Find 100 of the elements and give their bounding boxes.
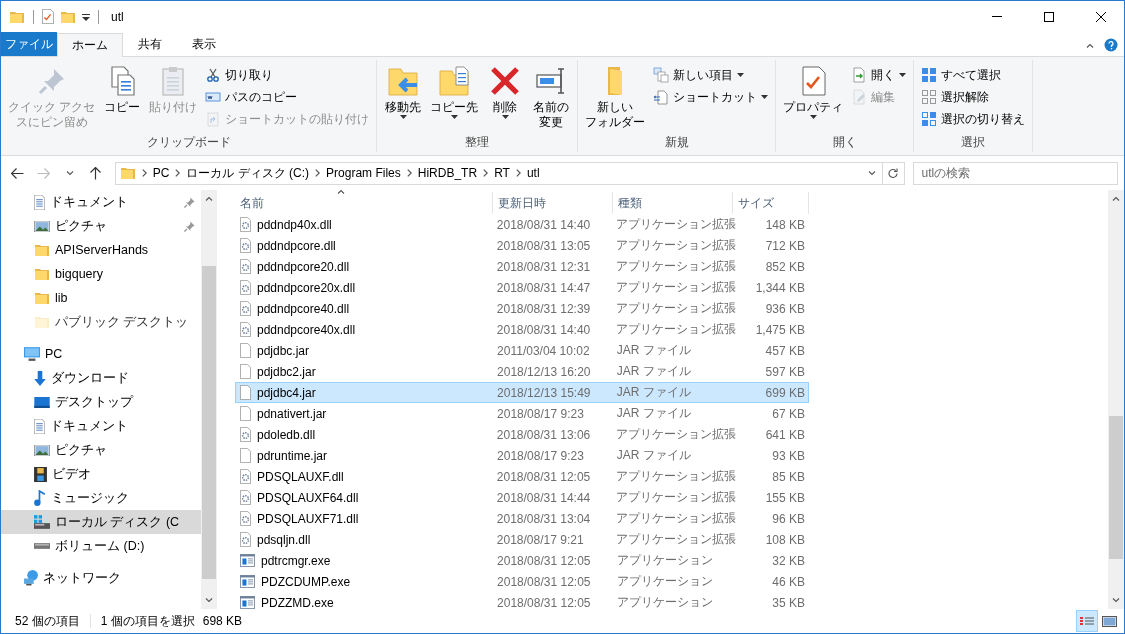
- open-icon: [851, 67, 868, 83]
- modified-date: 2018/08/17 9:23: [496, 406, 585, 421]
- nav-item[interactable]: lib: [1, 286, 201, 310]
- properties-icon[interactable]: [42, 9, 54, 24]
- file-name: pdsqljn.dll: [257, 532, 311, 547]
- customize-icon[interactable]: [82, 12, 90, 21]
- nav-item[interactable]: ローカル ディスク (C: [1, 510, 201, 534]
- ribbon-button[interactable]: 新しい項目: [650, 65, 772, 85]
- scrollbar[interactable]: [1108, 190, 1124, 609]
- file-size: 457 KB: [764, 343, 806, 358]
- nav-item[interactable]: APIServerHands: [1, 238, 201, 262]
- scrollbar-thumb[interactable]: [202, 265, 216, 579]
- file-name: pdjdbc4.jar: [257, 385, 316, 400]
- breadcrumb[interactable]: HiRDB_TR: [417, 166, 478, 180]
- file-row[interactable]: pdsqljn.dll 2018/08/17 9:21 アプリケーション拡張 108 KB: [235, 529, 809, 550]
- invert-selection-icon: [921, 111, 938, 127]
- breadcrumb[interactable]: Program Files: [326, 166, 401, 180]
- file-row[interactable]: PDZZMD.exe 2018/08/31 12:05 アプリケーション 35 KB: [235, 592, 809, 613]
- file-row[interactable]: pdoledb.dll 2018/08/31 13:06 アプリケーション拡張 641 KB: [235, 424, 809, 445]
- ribbon-button[interactable]: 切り取り: [202, 65, 373, 85]
- scrollbar-thumb[interactable]: [1109, 416, 1123, 559]
- file-row[interactable]: pddndpcore40x.dll 2018/08/31 14:40 アプリケーション拡張 1,475 KB: [235, 319, 809, 340]
- column-header[interactable]: 名前: [235, 192, 493, 214]
- file-size: 1,344 KB: [754, 280, 806, 295]
- file-row[interactable]: pddndp40x.dll 2018/08/31 14:40 アプリケーション拡張 148 KB: [235, 214, 809, 235]
- file-row[interactable]: pddndpcore40.dll 2018/08/31 12:39 アプリケーション拡張 936 KB: [235, 298, 809, 319]
- nav-item[interactable]: ピクチャ: [1, 438, 201, 462]
- nav-item[interactable]: ドキュメント: [1, 414, 201, 438]
- ribbon-button[interactable]: コピー先: [427, 63, 482, 134]
- file-row[interactable]: PDSQLAUXF.dll 2018/08/31 12:05 アプリケーション拡張 85 KB: [235, 466, 809, 487]
- ribbon-button[interactable]: 開く: [848, 65, 910, 85]
- ribbon-button[interactable]: ショートカット: [650, 87, 772, 107]
- scrollbar[interactable]: [201, 190, 217, 609]
- file-row[interactable]: pdjdbc.jar 2011/03/04 10:02 JAR ファイル 457 KB: [235, 340, 809, 361]
- modified-date: 2018/08/31 13:05: [495, 238, 592, 253]
- file-row[interactable]: pdnativert.jar 2018/08/17 9:23 JAR ファイル 67 KB: [235, 403, 809, 424]
- file-size: 32 KB: [771, 553, 806, 568]
- ribbon-button[interactable]: 新しい フォルダー: [582, 63, 649, 134]
- file-row[interactable]: PDZCDUMP.exe 2018/08/31 12:05 アプリケーション 46 KB: [235, 571, 809, 592]
- refresh-button[interactable]: [882, 161, 905, 185]
- ribbon-button[interactable]: 選択解除: [918, 87, 1029, 107]
- ribbon-button[interactable]: 名前の 変更: [529, 63, 574, 134]
- file-name: pddndpcore40.dll: [257, 301, 350, 316]
- breadcrumb[interactable]: ローカル ディスク (C:): [186, 164, 310, 182]
- modified-date: 2018/08/17 9:23: [496, 448, 585, 463]
- address-bar[interactable]: PC ローカル ディスク (C:) Program Files HiRDB_TR RT utl: [114, 161, 883, 185]
- breadcrumb[interactable]: PC: [152, 166, 170, 180]
- settings-file-icon: [240, 532, 251, 547]
- file-tab[interactable]: ファイル: [1, 32, 57, 56]
- new-folder-icon: [60, 10, 76, 23]
- folder-icon: [34, 292, 50, 304]
- file-row[interactable]: pddndpcore.dll 2018/08/31 13:05 アプリケーション拡張 712 KB: [235, 235, 809, 256]
- file-icon: [240, 406, 251, 421]
- file-size: 35 KB: [771, 595, 806, 610]
- column-header[interactable]: 更新日時: [493, 192, 613, 214]
- ribbon-button[interactable]: すべて選択: [918, 65, 1029, 85]
- ribbon-button[interactable]: コピー: [100, 63, 145, 134]
- column-header[interactable]: 種類: [613, 192, 733, 214]
- download-icon: [34, 370, 46, 386]
- ribbon-button[interactable]: 削除: [483, 63, 528, 134]
- ribbon-button[interactable]: 移動先: [381, 63, 426, 134]
- ribbon-button[interactable]: 選択の切り替え: [918, 109, 1029, 129]
- ribbon-button[interactable]: プロパティ: [780, 63, 847, 134]
- modified-date: 2018/08/31 12:39: [495, 301, 592, 316]
- file-row[interactable]: pddndpcore20x.dll 2018/08/31 14:47 アプリケーション拡張 1,344 KB: [235, 277, 809, 298]
- nav-item[interactable]: ボリューム (D:): [1, 534, 201, 558]
- nav-item[interactable]: ピクチャ: [1, 214, 201, 238]
- caret-icon: [501, 115, 509, 119]
- ribbon-tab[interactable]: ホーム: [57, 33, 123, 57]
- file-row[interactable]: pdruntime.jar 2018/08/17 9:23 JAR ファイル 93 KB: [235, 445, 809, 466]
- details-view-button[interactable]: [1076, 610, 1098, 632]
- nav-item[interactable]: ドキュメント: [1, 190, 201, 214]
- settings-file-icon: [240, 217, 251, 232]
- file-row[interactable]: pddndpcore20.dll 2018/08/31 12:31 アプリケーション拡張 852 KB: [235, 256, 809, 277]
- file-size: 852 KB: [764, 259, 806, 274]
- file-name: pddndpcore20.dll: [257, 259, 350, 274]
- file-row[interactable]: pdtrcmgr.exe 2018/08/31 12:05 アプリケーション 32 KB: [235, 550, 809, 571]
- nav-item[interactable]: デスクトップ: [1, 390, 201, 414]
- breadcrumb[interactable]: utl: [526, 166, 540, 180]
- help-icon[interactable]: [1104, 38, 1118, 52]
- nav-item[interactable]: パブリック デスクトッ: [1, 310, 201, 334]
- nav-item[interactable]: PC: [1, 342, 201, 366]
- nav-item[interactable]: ビデオ: [1, 462, 201, 486]
- file-name: pddndp40x.dll: [257, 217, 332, 232]
- file-type: JAR ファイル: [615, 384, 692, 401]
- file-row[interactable]: PDSQLAUXF71.dll 2018/08/31 13:04 アプリケーション拡張 96 KB: [235, 508, 809, 529]
- file-row[interactable]: pdjdbc4.jar 2018/12/13 15:49 JAR ファイル 699 KB: [235, 382, 809, 403]
- modified-date: 2018/08/31 12:05: [495, 469, 592, 484]
- selection-size: 698 KB: [202, 614, 243, 628]
- file-row[interactable]: pdjdbc2.jar 2018/12/13 16:20 JAR ファイル 597 KB: [235, 361, 809, 382]
- drive-icon: [34, 515, 50, 529]
- nav-item[interactable]: bigquery: [1, 262, 201, 286]
- nav-item[interactable]: ミュージック: [1, 486, 201, 510]
- search-field[interactable]: utlの検索: [912, 161, 1118, 185]
- column-header[interactable]: サイズ: [733, 192, 809, 214]
- nav-item[interactable]: ダウンロード: [1, 366, 201, 390]
- file-row[interactable]: PDSQLAUXF64.dll 2018/08/31 14:44 アプリケーション拡張 155 KB: [235, 487, 809, 508]
- nav-item[interactable]: ネットワーク: [1, 566, 201, 590]
- breadcrumb[interactable]: RT: [494, 166, 510, 180]
- ribbon-button[interactable]: パスのコピー: [202, 87, 373, 107]
